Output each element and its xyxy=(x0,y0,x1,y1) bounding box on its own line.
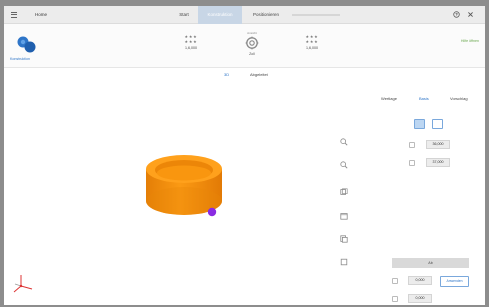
row-2-value[interactable]: 0,000 xyxy=(408,294,432,303)
selection-marker[interactable] xyxy=(207,207,217,217)
row-1-value[interactable]: 0,000 xyxy=(408,276,432,285)
zoom-out-icon[interactable] xyxy=(339,161,349,171)
ribbon-group-left[interactable]: ★★★ ★★★ 1,6,000 xyxy=(179,34,203,50)
gear-label: Zoll xyxy=(249,52,255,56)
box-icon[interactable] xyxy=(339,212,349,222)
field-1-checkbox[interactable] xyxy=(409,142,415,148)
home-link[interactable]: Home xyxy=(35,12,47,17)
tab-3d[interactable]: 3D xyxy=(224,72,229,77)
ribbon: Konstruktion ★★★ ★★★ 1,6,000 Ansicht Zol… xyxy=(4,24,485,68)
logo-label: Konstruktion xyxy=(10,57,30,61)
copy-icon[interactable] xyxy=(339,235,349,245)
app-window: Home Start Konstruktion Positionieren Ko… xyxy=(4,6,485,305)
axis-gizmo-icon xyxy=(10,272,38,297)
stars-icon: ★★★ ★★★ xyxy=(184,34,198,44)
field-1-value[interactable]: 36,000 xyxy=(426,140,450,149)
view-mode-button-active[interactable] xyxy=(414,119,425,129)
help-link[interactable]: Hilfe öffnen xyxy=(461,39,479,43)
properties-panel: Wertlage Basis Vorschlag 36,000 37,000 A… xyxy=(370,82,485,305)
gear-icon xyxy=(245,36,259,50)
help-icon[interactable] xyxy=(453,11,460,18)
stars-icon: ★★★ ★★★ xyxy=(305,34,319,44)
tab-strip-divider xyxy=(292,14,340,16)
panel-tab-vorschlag[interactable]: Vorschlag xyxy=(450,96,468,101)
ring-model[interactable] xyxy=(142,150,232,223)
view-tabs: 3D Abgeleitet xyxy=(4,68,485,82)
app-logo-icon xyxy=(15,35,39,55)
row-2-checkbox[interactable] xyxy=(392,296,398,302)
field-2-checkbox[interactable] xyxy=(409,160,415,166)
ribbon-group-right[interactable]: ★★★ ★★★ 1,6,000 xyxy=(300,34,324,50)
tab-konstruktion[interactable]: Konstruktion xyxy=(198,6,242,24)
group-value: 1,6,000 xyxy=(185,46,197,50)
group-value: 1,6,000 xyxy=(306,46,318,50)
view-mode-button[interactable] xyxy=(432,119,443,129)
tab-start[interactable]: Start xyxy=(172,6,196,24)
tab-positionieren[interactable]: Positionieren xyxy=(242,6,290,24)
apply-button[interactable]: Anwenden xyxy=(440,276,469,287)
3d-viewport[interactable] xyxy=(4,82,358,305)
tab-abgeleitet[interactable]: Abgeleitet xyxy=(250,72,268,77)
zoom-in-icon[interactable] xyxy=(339,138,349,148)
panel-tab-wertlage[interactable]: Wertlage xyxy=(381,96,397,101)
menu-icon[interactable] xyxy=(11,12,17,18)
bottom-header: Ab xyxy=(392,258,469,268)
fit-view-icon[interactable] xyxy=(339,188,349,198)
field-2-value[interactable]: 37,000 xyxy=(426,158,450,167)
gear-title: Ansicht xyxy=(247,31,257,35)
close-icon[interactable] xyxy=(467,11,474,18)
title-bar: Home Start Konstruktion Positionieren xyxy=(4,6,485,24)
panel-tab-basis[interactable]: Basis xyxy=(419,96,429,101)
row-1-checkbox[interactable] xyxy=(392,278,398,284)
crop-icon[interactable] xyxy=(339,258,349,268)
gear-group[interactable]: Ansicht Zoll xyxy=(236,31,268,56)
